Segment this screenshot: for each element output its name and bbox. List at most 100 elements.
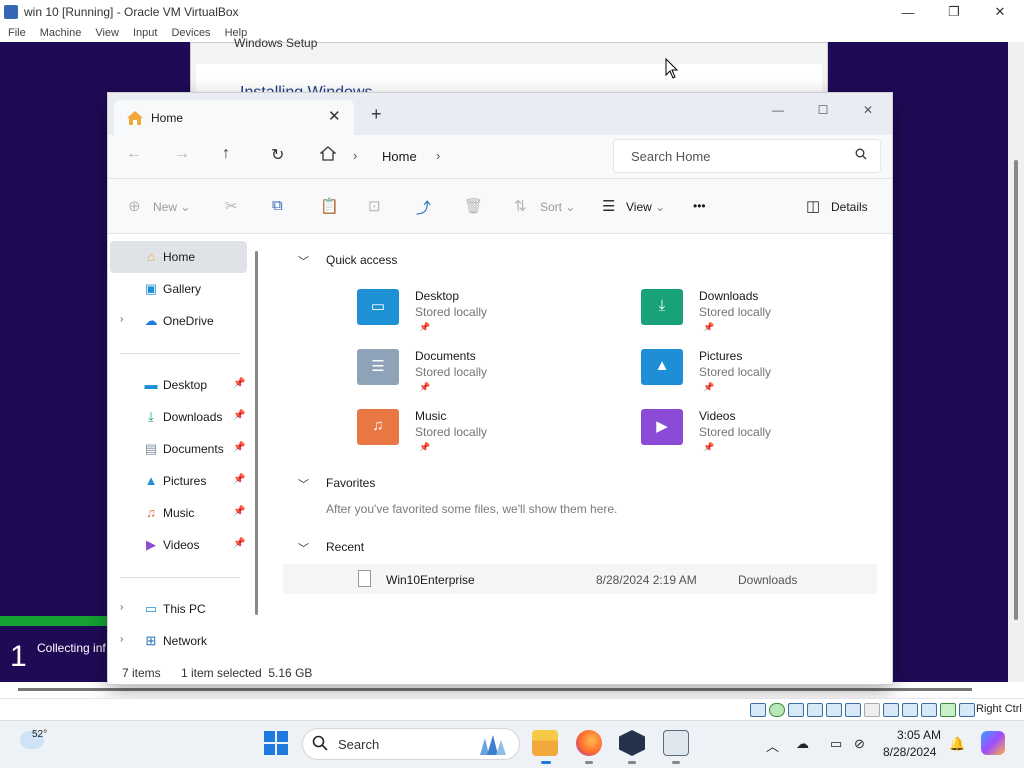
- menu-file[interactable]: File: [8, 27, 26, 39]
- rename-icon[interactable]: ⊡: [368, 197, 381, 215]
- keyboard-capture-icon[interactable]: [959, 703, 975, 717]
- new-tab-button[interactable]: +: [371, 104, 382, 125]
- onedrive-offline-icon[interactable]: ☁: [796, 736, 809, 752]
- running-app-indicator: [585, 761, 593, 764]
- sidebar-item-videos[interactable]: ▶ Videos 📌: [110, 529, 247, 561]
- notification-bell-icon[interactable]: 🔔: [949, 736, 965, 752]
- menu-machine[interactable]: Machine: [40, 27, 82, 39]
- more-options-button[interactable]: •••: [693, 199, 706, 213]
- recent-header[interactable]: Recent: [326, 540, 364, 554]
- sidebar-item-home[interactable]: ⌂ Home: [110, 241, 247, 273]
- minimize-button[interactable]: —: [885, 0, 931, 24]
- display-icon[interactable]: [883, 703, 899, 717]
- breadcrumb-home[interactable]: Home: [382, 149, 417, 164]
- refresh-button[interactable]: ↻: [271, 145, 284, 165]
- quick-access-collapse-icon[interactable]: ﹀: [298, 253, 309, 269]
- view-icon[interactable]: ☰: [602, 197, 615, 215]
- clock-time[interactable]: 3:05 AM: [897, 728, 941, 742]
- cut-icon[interactable]: ✂: [225, 197, 238, 215]
- downloads-folder-icon: ⤓: [641, 289, 683, 325]
- file-explorer-taskbar-icon[interactable]: [532, 730, 558, 756]
- up-button[interactable]: ↑: [222, 145, 230, 163]
- firefox-taskbar-icon[interactable]: [576, 730, 602, 756]
- folder-name: Documents: [415, 349, 476, 363]
- breadcrumb-chevron-icon[interactable]: ›: [353, 148, 357, 163]
- pictures-folder-icon: ▲: [641, 349, 683, 385]
- copilot-icon[interactable]: [981, 731, 1005, 755]
- recent-collapse-icon[interactable]: ﹀: [298, 540, 309, 556]
- favorites-header[interactable]: Favorites: [326, 476, 375, 490]
- forward-button[interactable]: →: [174, 145, 190, 163]
- optical-drive-icon[interactable]: [769, 703, 785, 717]
- item-count: 7 items: [122, 666, 161, 680]
- floppy-icon[interactable]: [788, 703, 804, 717]
- display-tray-icon[interactable]: ▭: [830, 736, 842, 752]
- tab-home[interactable]: Home ✕: [114, 100, 354, 135]
- navigation-pane-scrollbar[interactable]: [255, 251, 258, 615]
- favorites-collapse-icon[interactable]: ﹀: [298, 476, 309, 492]
- show-hidden-icons-chevron-icon[interactable]: ︿: [766, 736, 779, 755]
- sidebar-item-network[interactable]: › ⊞ Network: [110, 625, 247, 657]
- quick-access-desktop[interactable]: ▭ Desktop Stored locally 📌: [357, 289, 597, 345]
- quick-access-header[interactable]: Quick access: [326, 253, 397, 267]
- share-icon[interactable]: ⤴: [416, 197, 431, 218]
- sidebar-item-gallery[interactable]: ▣ Gallery: [110, 273, 247, 305]
- breadcrumb-chevron-icon[interactable]: ›: [436, 148, 440, 163]
- explorer-minimize-button[interactable]: —: [756, 98, 800, 122]
- details-button[interactable]: Details: [831, 200, 868, 214]
- new-plus-icon[interactable]: ⊕: [128, 197, 141, 215]
- sidebar-item-documents[interactable]: ▤ Documents 📌: [110, 433, 247, 465]
- quick-access-downloads[interactable]: ⤓ Downloads Stored locally 📌: [641, 289, 881, 345]
- hard-disk-icon[interactable]: [750, 703, 766, 717]
- details-pane-icon[interactable]: ◫: [806, 197, 820, 215]
- mouse-integration-icon[interactable]: [940, 703, 956, 717]
- address-home-icon[interactable]: [320, 146, 336, 162]
- quick-access-music[interactable]: ♫ Music Stored locally 📌: [357, 409, 597, 465]
- cpu-icon[interactable]: [921, 703, 937, 717]
- sort-button[interactable]: Sort ⌄: [540, 200, 575, 214]
- explorer-close-button[interactable]: ✕: [846, 98, 890, 122]
- sidebar-item-desktop[interactable]: ▬ Desktop 📌: [110, 369, 247, 401]
- vm-window-taskbar-icon[interactable]: [663, 730, 689, 756]
- menu-view[interactable]: View: [95, 27, 119, 39]
- copy-icon[interactable]: ⧉: [272, 197, 283, 214]
- menu-devices[interactable]: Devices: [171, 27, 210, 39]
- sort-icon[interactable]: ⇅: [514, 197, 527, 215]
- pin-icon: 📌: [233, 410, 246, 421]
- quick-access-documents[interactable]: ☰ Documents Stored locally 📌: [357, 349, 597, 405]
- chevron-right-icon[interactable]: ›: [120, 602, 123, 613]
- taskbar-search-label: Search: [338, 737, 380, 752]
- sidebar-item-onedrive[interactable]: › ☁ OneDrive: [110, 305, 247, 337]
- start-button[interactable]: [264, 731, 289, 756]
- network-adapter-icon[interactable]: [826, 703, 842, 717]
- vm-horizontal-scrollbar[interactable]: [18, 688, 972, 691]
- weather-temperature[interactable]: 52°: [32, 729, 47, 740]
- windows-logo-icon: [277, 744, 288, 755]
- usb-icon[interactable]: [845, 703, 861, 717]
- network-disconnected-icon[interactable]: ⊘: [854, 736, 865, 752]
- menu-input[interactable]: Input: [133, 27, 157, 39]
- explorer-maximize-button[interactable]: ☐: [801, 98, 845, 122]
- audio-icon[interactable]: [807, 703, 823, 717]
- close-tab-icon[interactable]: ✕: [328, 107, 341, 125]
- chevron-right-icon[interactable]: ›: [120, 634, 123, 645]
- music-icon: ♫: [146, 505, 156, 520]
- quick-access-pictures[interactable]: ▲ Pictures Stored locally 📌: [641, 349, 881, 405]
- restore-button[interactable]: ❐: [931, 0, 977, 24]
- close-button[interactable]: ✕: [977, 0, 1023, 24]
- sidebar-item-music[interactable]: ♫ Music 📌: [110, 497, 247, 529]
- vm-scroll-thumb[interactable]: [1014, 160, 1018, 620]
- sidebar-item-pictures[interactable]: ▲ Pictures 📌: [110, 465, 247, 497]
- shared-folder-icon[interactable]: [864, 703, 880, 717]
- sidebar-item-this-pc[interactable]: › ▭ This PC: [110, 593, 247, 625]
- recording-icon[interactable]: [902, 703, 918, 717]
- view-button[interactable]: View ⌄: [626, 200, 665, 214]
- sidebar-item-downloads[interactable]: ⤓ Downloads 📌: [110, 401, 247, 433]
- clock-date[interactable]: 8/28/2024: [883, 745, 936, 759]
- delete-icon[interactable]: 🗑: [464, 197, 483, 215]
- new-button[interactable]: New ⌄: [153, 200, 190, 214]
- quick-access-videos[interactable]: ▶ Videos Stored locally 📌: [641, 409, 881, 465]
- paste-icon[interactable]: 📋: [320, 197, 339, 215]
- chevron-right-icon[interactable]: ›: [120, 314, 123, 325]
- back-button[interactable]: ←: [126, 145, 142, 163]
